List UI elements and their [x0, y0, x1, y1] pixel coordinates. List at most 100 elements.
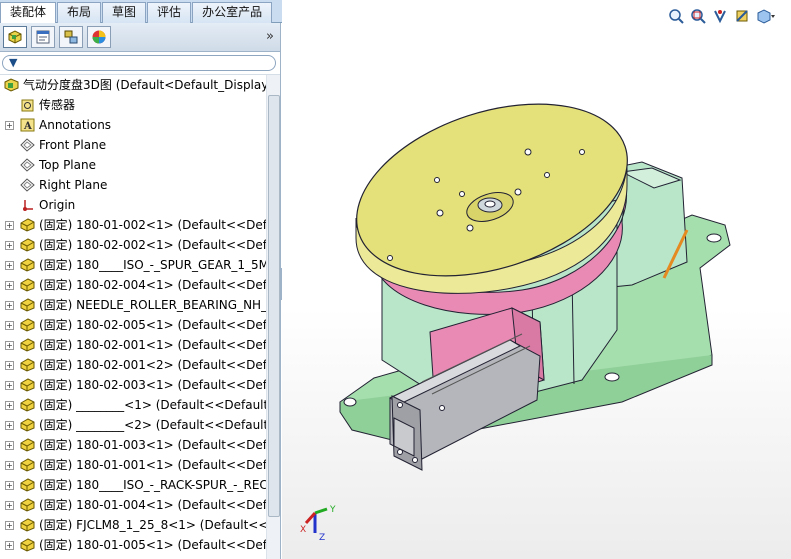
feature-tree: 气动分度盘3D图 (Default<Default_Display 传感器 + A An… — [0, 75, 266, 559]
tree-item-label: (固定) NEEDLE_ROLLER_BEARING_NH_I — [39, 298, 266, 312]
tree-item[interactable]: 传感器 — [0, 95, 266, 115]
tab-evaluate[interactable]: 评估 — [147, 2, 192, 23]
expand-toggle[interactable]: + — [5, 361, 14, 370]
tree-item[interactable]: + (固定) 180-02-003<1> (Default<<Defau — [0, 375, 266, 395]
part-icon — [20, 238, 35, 252]
tree-item-label: Right Plane — [39, 178, 108, 192]
tree-item-label: 传感器 — [39, 98, 76, 112]
tree-item[interactable]: + (固定) 180-01-004<1> (Default<<Defau — [0, 495, 266, 515]
tree-item[interactable]: 气动分度盘3D图 (Default<Default_Display — [0, 75, 266, 95]
tree-item[interactable]: + (固定) 180-02-005<1> (Default<<Defau — [0, 315, 266, 335]
filter-input[interactable]: ▼ — [2, 55, 276, 71]
part-icon — [20, 538, 35, 552]
part-icon — [20, 278, 35, 292]
tree-item[interactable]: + (固定) 180-02-001<1> (Default<<Defau — [0, 335, 266, 355]
origin-icon — [20, 198, 35, 212]
expand-toggle[interactable]: + — [5, 261, 14, 270]
plane-icon — [20, 158, 35, 172]
expand-toggle[interactable]: + — [5, 301, 14, 310]
triad-x-label: X — [300, 525, 306, 535]
expand-toggle[interactable]: + — [5, 541, 14, 550]
expand-toggle[interactable]: + — [5, 401, 14, 410]
part-icon — [20, 218, 35, 232]
expand-toggle[interactable]: + — [5, 481, 14, 490]
display-manager-icon — [92, 30, 106, 44]
tree-item[interactable]: + (固定) FJCLM8_1_25_8<1> (Default<<D — [0, 515, 266, 535]
expand-toggle[interactable]: + — [5, 441, 14, 450]
part-icon — [20, 258, 35, 272]
property-manager-tab[interactable] — [31, 26, 55, 48]
tab-office-products[interactable]: 办公室产品 — [192, 2, 273, 23]
expand-toggle[interactable]: + — [5, 521, 14, 530]
tab-sketch[interactable]: 草图 — [102, 2, 147, 23]
tree-item[interactable]: + (固定) 180-02-004<1> (Default<<Defau — [0, 275, 266, 295]
tree-item[interactable]: + (固定) 180____ISO_-_SPUR_GEAR_1_5M_ — [0, 255, 266, 275]
tree-item-label: Origin — [39, 198, 76, 212]
tree-item-label: (固定) 180-01-003<1> (Default<<Defau — [39, 438, 266, 452]
configuration-manager-tab[interactable] — [59, 26, 83, 48]
tree-item-label: (固定) 180-02-003<1> (Default<<Defau — [39, 378, 266, 392]
tree-item[interactable]: Top Plane — [0, 155, 266, 175]
tree-scrollbar[interactable] — [266, 75, 280, 559]
part-icon — [20, 398, 35, 412]
filter-bar: ▼ — [0, 52, 280, 75]
filter-icon[interactable]: ▼ — [9, 56, 17, 70]
tab-layout[interactable]: 布局 — [57, 2, 102, 23]
tree-item-label: (固定) 180____ISO_-_RACK-SPUR_-_REC — [39, 478, 266, 492]
svg-text:A: A — [23, 121, 32, 132]
tree-item[interactable]: + (固定) 180-02-002<1> (Default<<Defau — [0, 235, 266, 255]
tree-item[interactable]: + (固定) 180-01-001<1> (Default<<Defau — [0, 455, 266, 475]
command-manager-tabs: 装配体 布局 草图 评估 办公室产品 — [0, 0, 300, 24]
expand-toggle[interactable]: + — [5, 341, 14, 350]
tree-item-label: (固定) ________<1> (Default<<Default: — [39, 398, 266, 412]
panel-more-chevron[interactable]: » — [266, 29, 274, 44]
tree-item[interactable]: + (固定) 180-01-002<1> (Default<<Defau — [0, 215, 266, 235]
tree-item-label: (固定) 180-02-002<1> (Default<<Defau — [39, 238, 266, 252]
expand-toggle[interactable]: + — [5, 381, 14, 390]
tree-item[interactable]: + (固定) 180-01-005<1> (Default<<Defau — [0, 535, 266, 555]
tree-item[interactable]: Right Plane — [0, 175, 266, 195]
expand-toggle[interactable]: + — [5, 221, 14, 230]
property-manager-icon — [36, 30, 50, 44]
tree-item[interactable]: + (固定) ________<2> (Default<<Default: — [0, 415, 266, 435]
tree-item[interactable]: + (固定) ________<1> (Default<<Default: — [0, 395, 266, 415]
tree-item-label: Front Plane — [39, 138, 107, 152]
tree-scrollbar-thumb[interactable] — [268, 95, 280, 517]
tab-assembly[interactable]: 装配体 — [0, 2, 57, 24]
tree-item-label: Top Plane — [39, 158, 96, 172]
tree-item-label: (固定) 180-01-001<1> (Default<<Defau — [39, 458, 266, 472]
graphics-area[interactable]: Y X Z — [282, 0, 791, 559]
expand-toggle[interactable]: + — [5, 281, 14, 290]
tree-item[interactable]: + (固定) 180-01-003<1> (Default<<Defau — [0, 435, 266, 455]
tree-item[interactable]: + (固定) 180____ISO_-_RACK-SPUR_-_REC — [0, 475, 266, 495]
tree-item-label: (固定) FJCLM8_1_25_8<1> (Default<<D — [39, 518, 266, 532]
triad-z-label: Z — [319, 533, 325, 541]
annotation-icon: A — [20, 118, 35, 132]
expand-toggle[interactable]: + — [5, 501, 14, 510]
part-icon — [20, 518, 35, 532]
tree-item[interactable]: Origin — [0, 195, 266, 215]
tree-item[interactable]: + A Annotations — [0, 115, 266, 135]
part-icon — [20, 338, 35, 352]
tree-item-label: (固定) 180-02-001<1> (Default<<Defau — [39, 338, 266, 352]
tree-item-label: (固定) 180-02-005<1> (Default<<Defau — [39, 318, 266, 332]
feature-manager-tab[interactable] — [3, 26, 27, 48]
part-icon — [20, 378, 35, 392]
tree-item-label: (固定) 180-01-004<1> (Default<<Defau — [39, 498, 266, 512]
rotary-indexer-model[interactable] — [282, 0, 791, 559]
expand-toggle[interactable]: + — [5, 461, 14, 470]
tree-item[interactable]: + (固定) NEEDLE_ROLLER_BEARING_NH_I — [0, 295, 266, 315]
expand-toggle[interactable]: + — [5, 421, 14, 430]
expand-toggle[interactable]: + — [5, 321, 14, 330]
tree-item[interactable]: Front Plane — [0, 135, 266, 155]
display-manager-tab[interactable] — [87, 26, 111, 48]
tree-item-label: (固定) 180-01-002<1> (Default<<Defau — [39, 218, 266, 232]
plane-icon — [20, 138, 35, 152]
part-icon — [20, 458, 35, 472]
expand-toggle[interactable]: + — [5, 121, 14, 130]
expand-toggle[interactable]: + — [5, 241, 14, 250]
triad-y-label: Y — [329, 505, 336, 515]
tree-item-label: Annotations — [39, 118, 112, 132]
plane-icon — [20, 178, 35, 192]
tree-item[interactable]: + (固定) 180-02-001<2> (Default<<Defau — [0, 355, 266, 375]
